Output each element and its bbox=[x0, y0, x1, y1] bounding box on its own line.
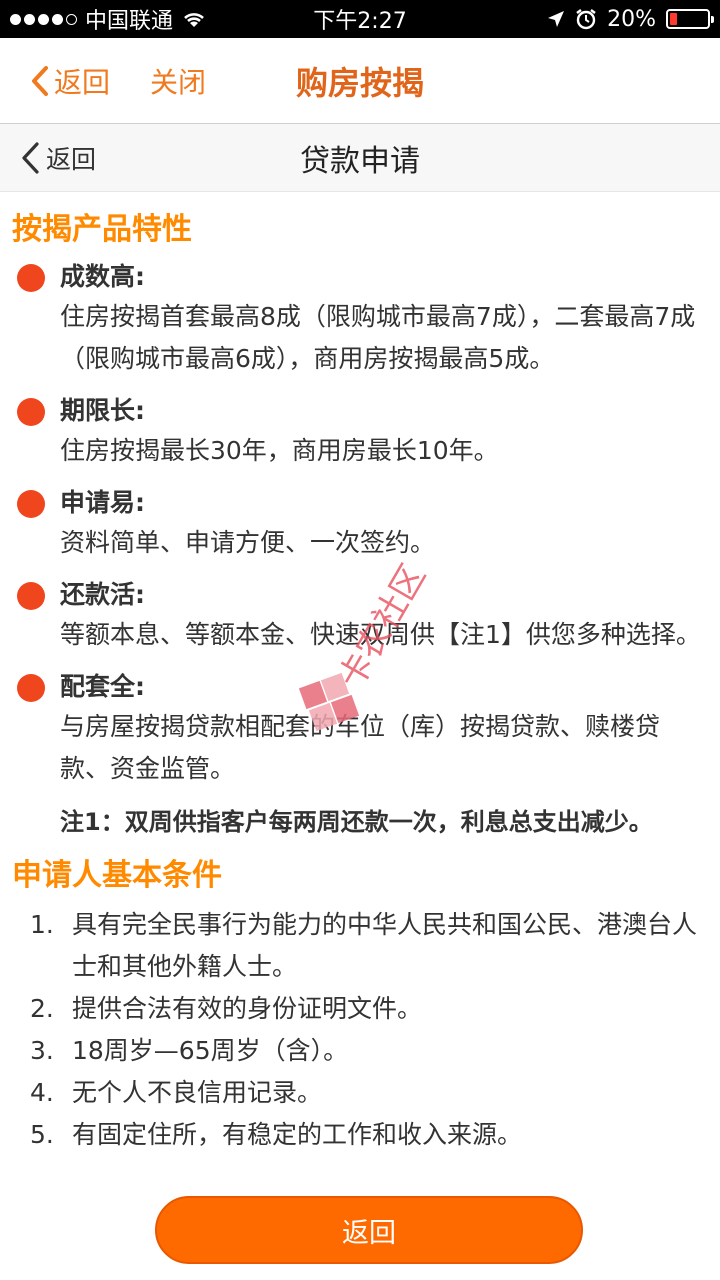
feature-item: 还款活: 等额本息、等额本金、快速双周供【注1】供您多种选择。 bbox=[12, 576, 708, 656]
footnote: 注1：双周供指客户每两周还款一次，利息总支出减少。 bbox=[60, 808, 653, 836]
feature-desc: 资料简单、申请方便、一次签约。 bbox=[60, 528, 436, 557]
list-number: 1. bbox=[30, 910, 54, 939]
list-number: 3. bbox=[30, 1036, 54, 1065]
list-item: 2. 提供合法有效的身份证明文件。 bbox=[30, 988, 708, 1030]
battery-percent: 20% bbox=[607, 6, 656, 32]
list-number: 5. bbox=[30, 1120, 54, 1149]
feature-title: 申请易: bbox=[60, 488, 145, 517]
bullet-dot-icon bbox=[17, 582, 45, 610]
alarm-icon bbox=[576, 9, 596, 30]
content: 按揭产品特性 成数高: 住房按揭首套最高8成（限购城市最高7成），二套最高7成（… bbox=[0, 192, 720, 1156]
list-text: 无个人不良信用记录。 bbox=[72, 1078, 323, 1107]
header-title: 购房按揭 bbox=[295, 63, 425, 102]
location-arrow-icon bbox=[548, 11, 565, 27]
chevron-left-icon bbox=[22, 141, 39, 174]
status-time: 下午2:27 bbox=[313, 9, 407, 34]
sub-back-button[interactable]: 返回 bbox=[18, 140, 96, 176]
battery-icon bbox=[666, 9, 714, 29]
feature-item: 申请易: 资料简单、申请方便、一次签约。 bbox=[12, 484, 708, 564]
feature-title: 成数高: bbox=[60, 262, 145, 291]
bullet-dot-icon bbox=[17, 264, 45, 292]
list-number: 2. bbox=[30, 994, 54, 1023]
feature-title: 配套全: bbox=[60, 672, 145, 701]
signal-icon bbox=[10, 13, 77, 25]
feature-item: 配套全: 与房屋按揭贷款相配套的车位（库）按揭贷款、赎楼贷款、资金监管。 bbox=[12, 668, 708, 790]
chevron-left-icon bbox=[32, 65, 48, 96]
list-text: 有固定住所，有稳定的工作和收入来源。 bbox=[72, 1120, 523, 1149]
feature-desc: 住房按揭最长30年，商用房最长10年。 bbox=[60, 436, 499, 465]
list-text: 具有完全民事行为能力的中华人民共和国公民、港澳台人士和其他外籍人士。 bbox=[72, 910, 698, 981]
list-text: 提供合法有效的身份证明文件。 bbox=[72, 994, 423, 1023]
list-item: 4. 无个人不良信用记录。 bbox=[30, 1072, 708, 1114]
list-item: 3. 18周岁—65周岁（含）。 bbox=[30, 1030, 708, 1072]
list-item: 1. 具有完全民事行为能力的中华人民共和国公民、港澳台人士和其他外籍人士。 bbox=[30, 904, 708, 988]
feature-desc: 住房按揭首套最高8成（限购城市最高7成），二套最高7成（限购城市最高6成），商用… bbox=[60, 302, 696, 373]
header-back-button[interactable]: 返回 bbox=[28, 61, 110, 101]
feature-desc: 与房屋按揭贷款相配套的车位（库）按揭贷款、赎楼贷款、资金监管。 bbox=[60, 712, 661, 783]
list-text: 18周岁—65周岁（含）。 bbox=[72, 1036, 349, 1065]
bullet-dot-icon bbox=[17, 490, 45, 518]
features-section-title: 按揭产品特性 bbox=[12, 212, 192, 247]
header-close-button[interactable]: 关闭 bbox=[150, 61, 206, 101]
app-header: 返回 关闭 购房按揭 bbox=[0, 38, 720, 124]
conditions-list: 1. 具有完全民事行为能力的中华人民共和国公民、港澳台人士和其他外籍人士。 2.… bbox=[12, 904, 708, 1156]
bullet-dot-icon bbox=[17, 674, 45, 702]
list-number: 4. bbox=[30, 1078, 54, 1107]
status-right: 20% bbox=[547, 6, 714, 32]
list-item: 5. 有固定住所，有稳定的工作和收入来源。 bbox=[30, 1114, 708, 1156]
feature-title: 还款活: bbox=[60, 580, 145, 609]
conditions-section-title: 申请人基本条件 bbox=[12, 858, 222, 893]
feature-item: 成数高: 住房按揭首套最高8成（限购城市最高7成），二套最高7成（限购城市最高6… bbox=[12, 258, 708, 380]
sub-header: 返回 贷款申请 bbox=[0, 124, 720, 192]
status-left: 中国联通 bbox=[10, 3, 207, 35]
wifi-icon bbox=[184, 13, 204, 27]
battery-fill bbox=[670, 13, 678, 25]
page-title: 贷款申请 bbox=[300, 143, 420, 179]
status-bar: 中国联通 下午2:27 20% bbox=[0, 0, 720, 38]
sub-back-label: 返回 bbox=[46, 144, 97, 174]
bullet-dot-icon bbox=[17, 398, 45, 426]
feature-desc: 等额本息、等额本金、快速双周供【注1】供您多种选择。 bbox=[60, 620, 701, 649]
feature-title: 期限长: bbox=[60, 396, 145, 425]
feature-item: 期限长: 住房按揭最长30年，商用房最长10年。 bbox=[12, 392, 708, 472]
header-back-label: 返回 bbox=[54, 65, 111, 99]
carrier-label: 中国联通 bbox=[85, 9, 174, 34]
back-button[interactable]: 返回 bbox=[155, 1196, 583, 1264]
